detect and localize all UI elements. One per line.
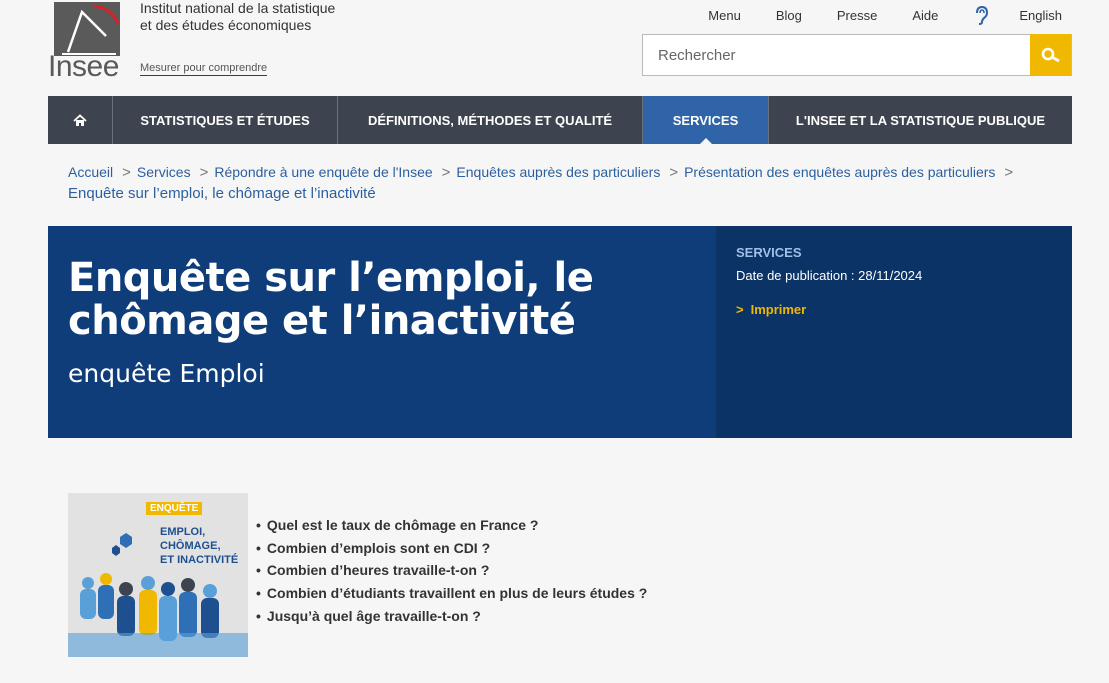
nav-definitions-methodes[interactable]: DÉFINITIONS, MÉTHODES ET QUALITÉ bbox=[338, 96, 643, 144]
thumbnail-line1: EMPLOI, bbox=[160, 526, 206, 538]
publication-date: Date de publication : 28/11/2024 bbox=[736, 268, 923, 283]
main-navigation: STATISTIQUES ET ÉTUDES DÉFINITIONS, MÉTH… bbox=[48, 96, 1072, 144]
page-subtitle: enquête Emploi bbox=[68, 359, 265, 388]
insee-logo[interactable]: Insee bbox=[48, 2, 124, 83]
chevron-right-icon: > bbox=[199, 164, 209, 181]
banner-title-area: Enquête sur l’emploi, le chômage et l’in… bbox=[48, 226, 716, 438]
english-link[interactable]: English bbox=[1019, 8, 1062, 23]
site-header: Insee Institut national de la statistiqu… bbox=[0, 0, 1109, 96]
list-item[interactable]: Combien d’heures travaille-t-on ? bbox=[256, 559, 647, 582]
list-item[interactable]: Jusqu’à quel âge travaille-t-on ? bbox=[256, 605, 647, 628]
page-title: Enquête sur l’emploi, le chômage et l’in… bbox=[68, 257, 668, 343]
banner-meta: SERVICES Date de publication : 28/11/202… bbox=[716, 226, 1072, 438]
nav-statistiques-etudes[interactable]: STATISTIQUES ET ÉTUDES bbox=[113, 96, 338, 144]
thumbnail-tag: ENQUÊTE bbox=[146, 502, 203, 515]
list-item[interactable]: Quel est le taux de chômage en France ? bbox=[256, 514, 647, 537]
menu-link[interactable]: Menu bbox=[708, 8, 741, 23]
tagline: Mesurer pour comprendre bbox=[140, 62, 268, 76]
search-input[interactable] bbox=[643, 35, 1031, 75]
help-link[interactable]: Aide bbox=[912, 8, 938, 23]
search-icon bbox=[1041, 47, 1060, 63]
institute-name-line2: et des études économiques bbox=[140, 17, 312, 33]
search-box bbox=[642, 34, 1072, 76]
breadcrumb-presentation-enquetes[interactable]: Présentation des enquêtes auprès des par… bbox=[684, 164, 995, 180]
survey-thumbnail: ENQUÊTE EMPLOI, CHÔMAGE, ET INACTIVITÉ bbox=[68, 493, 248, 657]
survey-illustration bbox=[68, 493, 248, 657]
institute-name-line1: Institut national de la statistique bbox=[140, 0, 336, 16]
list-item[interactable]: Combien d’emplois sont en CDI ? bbox=[256, 537, 647, 560]
breadcrumb-enquetes-particuliers[interactable]: Enquêtes auprès des particuliers bbox=[456, 164, 660, 180]
breadcrumb-services[interactable]: Services bbox=[137, 164, 191, 180]
chevron-right-icon: > bbox=[441, 164, 451, 181]
accessibility-ear-icon[interactable] bbox=[973, 5, 991, 25]
print-label: Imprimer bbox=[750, 302, 807, 317]
category-label: SERVICES bbox=[736, 245, 802, 260]
chevron-right-icon: > bbox=[1004, 164, 1014, 181]
print-link[interactable]: > Imprimer bbox=[736, 302, 806, 317]
thumbnail-text: EMPLOI, CHÔMAGE, ET INACTIVITÉ bbox=[160, 525, 238, 567]
chevron-right-icon: > bbox=[736, 302, 744, 317]
page-title-line1: Enquête sur l’emploi, le bbox=[68, 255, 594, 301]
nav-insee-statistique-publique[interactable]: L'INSEE ET LA STATISTIQUE PUBLIQUE bbox=[769, 96, 1072, 144]
home-icon bbox=[73, 113, 87, 126]
breadcrumb-repondre-enquete[interactable]: Répondre à une enquête de l'Insee bbox=[214, 164, 432, 180]
press-link[interactable]: Presse bbox=[837, 8, 877, 23]
page-title-line2: chômage et l’inactivité bbox=[68, 298, 576, 344]
page-banner: Enquête sur l’emploi, le chômage et l’in… bbox=[48, 226, 1072, 438]
breadcrumb-accueil[interactable]: Accueil bbox=[68, 164, 113, 180]
breadcrumb: Accueil > Services > Répondre à une enquête … bbox=[68, 162, 1068, 204]
question-list: Quel est le taux de chômage en France ? … bbox=[256, 514, 647, 628]
thumbnail-line2: CHÔMAGE, bbox=[160, 540, 221, 552]
logo-wordmark: Insee bbox=[48, 50, 119, 83]
thumbnail-line3: ET INACTIVITÉ bbox=[160, 554, 239, 566]
list-item[interactable]: Combien d’étudiants travaillent en plus … bbox=[256, 582, 647, 605]
nav-services[interactable]: SERVICES bbox=[643, 96, 769, 144]
institute-name: Institut national de la statistique et d… bbox=[140, 0, 335, 34]
chevron-right-icon: > bbox=[122, 164, 131, 181]
top-links: Menu Blog Presse Aide English bbox=[673, 5, 1062, 25]
chevron-right-icon: > bbox=[669, 164, 679, 181]
logo-graphic bbox=[54, 2, 120, 56]
nav-home[interactable] bbox=[48, 96, 113, 144]
blog-link[interactable]: Blog bbox=[776, 8, 802, 23]
breadcrumb-current: Enquête sur l’emploi, le chômage et l’in… bbox=[68, 185, 376, 202]
search-button[interactable] bbox=[1030, 34, 1071, 76]
